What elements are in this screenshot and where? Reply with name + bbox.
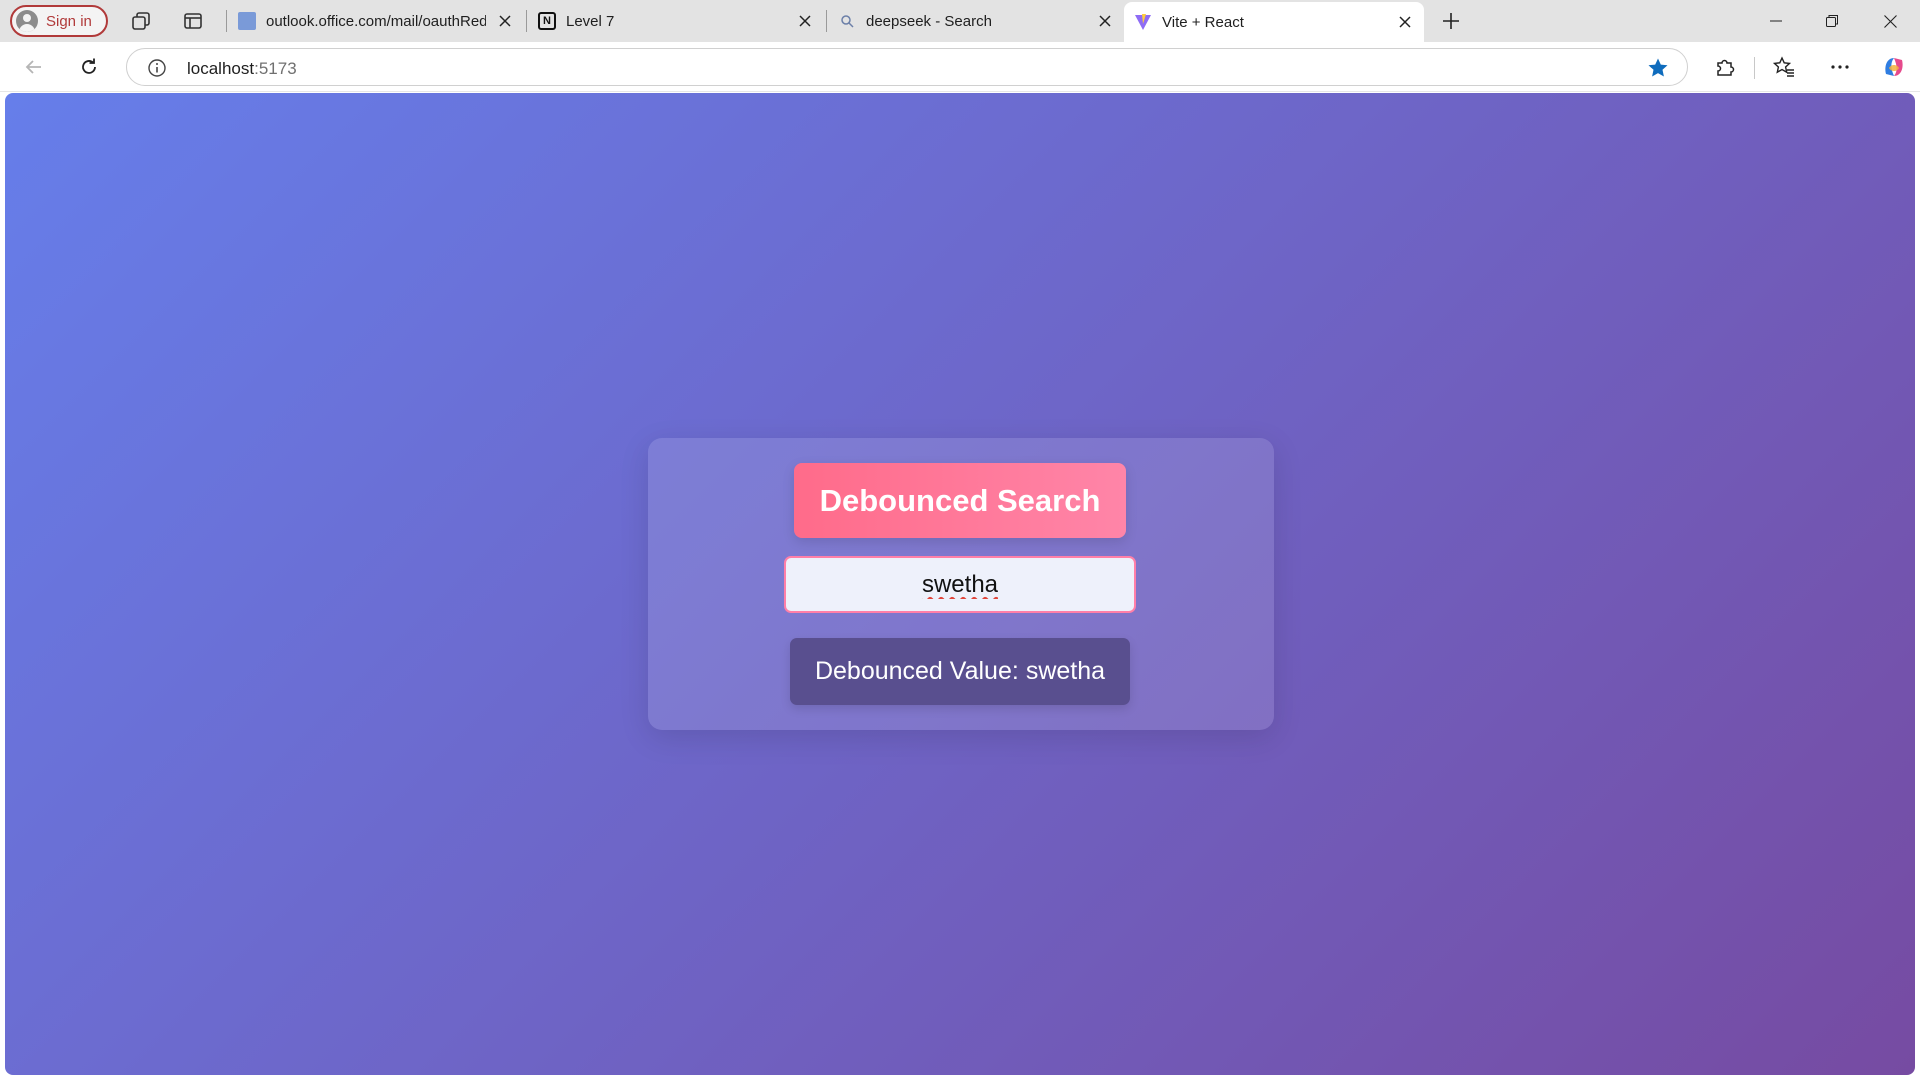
restore-icon xyxy=(1826,15,1838,27)
vertical-tabs-icon[interactable] xyxy=(180,8,206,34)
plus-icon xyxy=(1443,13,1459,29)
url-port: :5173 xyxy=(254,59,297,78)
browser-toolbar: localhost:5173 xyxy=(0,42,1920,92)
back-arrow-icon xyxy=(25,60,41,74)
favorite-star-icon[interactable] xyxy=(1647,57,1669,79)
refresh-icon xyxy=(82,58,96,74)
site-info-icon[interactable] xyxy=(147,58,167,78)
tab-separator xyxy=(226,10,227,32)
tab-vite-react[interactable]: Vite + React xyxy=(1124,2,1424,42)
browser-window: Sign in outlook.office.com/mail/oauthRed… xyxy=(0,0,1920,1080)
settings-and-more-button[interactable] xyxy=(1826,53,1854,81)
tab-title: Level 7 xyxy=(566,12,615,30)
search-icon xyxy=(838,12,856,30)
more-icon xyxy=(1831,65,1849,69)
tab-title: outlook.office.com/mail/oauthRed xyxy=(266,12,486,30)
address-bar[interactable]: localhost:5173 xyxy=(126,48,1688,86)
debounced-value-display: Debounced Value: swetha xyxy=(790,638,1130,705)
puzzle-icon xyxy=(1717,59,1735,76)
new-tab-button[interactable] xyxy=(1438,8,1464,34)
tab-separator xyxy=(526,10,527,32)
vite-icon xyxy=(1134,13,1152,31)
close-icon[interactable] xyxy=(1396,13,1414,31)
tab-title: Vite + React xyxy=(1162,13,1244,31)
favorites-icon xyxy=(1773,56,1794,77)
page-title: Debounced Search xyxy=(794,463,1126,538)
toolbar-separator xyxy=(1754,57,1755,79)
tab-deepseek-search[interactable]: deepseek - Search xyxy=(828,0,1124,42)
sign-in-label: Sign in xyxy=(46,12,92,30)
refresh-button[interactable] xyxy=(75,53,103,81)
close-icon[interactable] xyxy=(796,12,814,30)
favorites-button[interactable] xyxy=(1770,53,1798,81)
url-host: localhost xyxy=(187,59,255,78)
notion-icon: N xyxy=(538,12,556,30)
tab-title: deepseek - Search xyxy=(866,12,992,30)
search-card: Debounced Search Debounced Value: swetha xyxy=(648,438,1274,730)
minimize-icon xyxy=(1770,20,1782,22)
url-text[interactable]: localhost:5173 xyxy=(187,59,297,79)
tab-level-7[interactable]: N Level 7 xyxy=(528,0,824,42)
minimize-button[interactable] xyxy=(1748,0,1804,42)
restore-button[interactable] xyxy=(1804,0,1860,42)
debounced-value-text: swetha xyxy=(1025,657,1106,685)
close-window-button[interactable] xyxy=(1862,0,1918,42)
search-input[interactable] xyxy=(784,556,1136,613)
close-icon xyxy=(1883,14,1897,28)
page-viewport: Debounced Search Debounced Value: swetha xyxy=(5,93,1915,1075)
debounced-value-label: Debounced Value: xyxy=(814,657,1019,685)
outlook-icon xyxy=(238,12,256,30)
back-button[interactable] xyxy=(20,53,48,81)
extensions-button[interactable] xyxy=(1711,53,1739,81)
tab-outlook[interactable]: outlook.office.com/mail/oauthRed xyxy=(228,0,524,42)
workspaces-icon[interactable] xyxy=(128,8,154,34)
sign-in-button[interactable]: Sign in xyxy=(10,5,108,37)
profile-avatar-icon xyxy=(16,10,38,32)
tab-strip: Sign in outlook.office.com/mail/oauthRed… xyxy=(0,0,1920,42)
close-icon[interactable] xyxy=(1096,12,1114,30)
copilot-button[interactable] xyxy=(1880,53,1908,81)
close-icon[interactable] xyxy=(496,12,514,30)
copilot-icon xyxy=(1885,58,1903,76)
tab-separator xyxy=(826,10,827,32)
